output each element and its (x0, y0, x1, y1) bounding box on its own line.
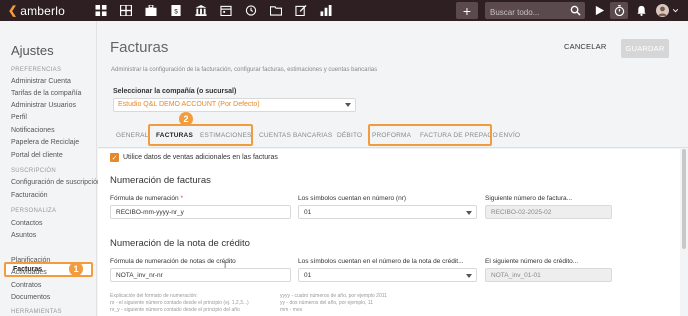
company-select-value: Estudio Q&L DEMO ACCOUNT (Por Defecto) (118, 101, 260, 108)
sidebar-item-activities[interactable]: Actividades (11, 269, 47, 276)
sidebar-section-preferences: PREFERENCIAS (11, 67, 62, 73)
cancel-button[interactable]: CANCELAR (564, 42, 606, 51)
company-select[interactable]: Estudio Q&L DEMO ACCOUNT (Por Defecto) (113, 98, 356, 112)
invoice-next-number: RECIBO-02-2025-02 (485, 205, 612, 219)
credit-symbols-label: Los símbolos cuentan en el número de la … (298, 258, 464, 265)
tab-bank-accounts[interactable]: CUENTAS BANCARIAS (259, 132, 332, 139)
credit-symbols-value: 01 (304, 272, 312, 279)
sidebar-item-matters[interactable]: Asuntos (11, 232, 36, 239)
company-select-label: Seleccionar la compañía (o sucursal) (113, 88, 237, 95)
invoice-settings-panel: ✓ Utilice datos de ventas adicionales en… (98, 149, 680, 316)
brand-logo[interactable]: ❮ amberlo (0, 4, 92, 18)
tabs-highlight-box (148, 124, 253, 146)
sidebar-item-client-portal[interactable]: Portal del cliente (11, 152, 63, 159)
page-subtitle: Administrar la configuración de la factu… (111, 67, 378, 73)
svg-text:$: $ (174, 8, 178, 15)
checkbox-label: Utilice datos de ventas adicionales en l… (123, 154, 278, 161)
step-badge-2: 2 (179, 112, 193, 126)
avatar[interactable] (654, 2, 670, 19)
invoice-next-label: Siguiente número de factura... (485, 195, 573, 202)
bell-icon[interactable] (634, 2, 648, 19)
scrollbar[interactable] (682, 149, 686, 249)
plus-icon: + (462, 2, 472, 19)
timer-icon[interactable] (610, 2, 628, 19)
tab-general[interactable]: GENERAL (116, 132, 148, 139)
module-icons: $ (92, 3, 342, 19)
sidebar-item-contracts[interactable]: Contratos (11, 282, 41, 289)
bank-icon[interactable] (192, 3, 210, 19)
edit-icon[interactable] (292, 3, 310, 19)
invoice-symbols-label: Los símbolos cuentan en número (nr) (298, 195, 407, 202)
chevron-down-icon (345, 103, 351, 107)
required-marker: * (180, 195, 183, 202)
invoice-format-label-text: Fórmula de numeración (110, 195, 179, 202)
help-line: Explicación del formato de numeración: (110, 293, 198, 299)
sidebar-item-subscription-settings[interactable]: Configuración de suscripción (11, 179, 101, 186)
play-icon[interactable] (592, 2, 606, 19)
chart-icon[interactable] (317, 3, 335, 19)
sidebar-item-manage-users[interactable]: Administrar Usuarios (11, 102, 76, 109)
help-line: yyyy - cuatro números de año, por ejempl… (280, 293, 387, 299)
chevron-down-icon[interactable] (671, 2, 679, 19)
search-input[interactable] (485, 4, 563, 21)
sidebar-section-customize: PERSONALIZA (11, 208, 57, 214)
tabs-highlight-box-2 (368, 124, 492, 146)
sidebar-item-manage-account[interactable]: Administrar Cuenta (11, 78, 71, 85)
brand-name: amberlo (20, 3, 65, 18)
checkmark-icon: ✓ (111, 154, 118, 162)
sidebar-title: Ajustes (11, 43, 54, 58)
invoice-symbols-select[interactable]: 01 (298, 205, 477, 219)
amberlo-logo-icon: ❮ (8, 5, 18, 17)
help-line: nr_y - siguiente número contado desde el… (110, 307, 240, 313)
sidebar-item-profile[interactable]: Perfil (11, 114, 27, 121)
sidebar-item-notifications[interactable]: Notificaciones (11, 127, 55, 134)
grid-icon[interactable] (117, 3, 135, 19)
sidebar-section-tools: HERRAMIENTAS (11, 309, 62, 315)
text-cursor-icon: I (224, 261, 227, 270)
invoice-symbols-value: 01 (304, 209, 312, 216)
tab-debit[interactable]: DÉBITO (337, 132, 362, 139)
document-icon[interactable]: $ (167, 3, 185, 19)
credit-note-numbering-heading: Numeración de la nota de crédito (110, 238, 250, 249)
sidebar-item-company-rates[interactable]: Tarifas de la compañía (11, 90, 81, 97)
history-icon[interactable] (242, 3, 260, 19)
credit-format-input[interactable]: NOTA_inv_nr-nr (110, 268, 291, 282)
sidebar-item-documents[interactable]: Documentos (11, 294, 50, 301)
chevron-down-icon (466, 274, 472, 278)
additional-sales-data-checkbox[interactable]: ✓ (110, 153, 119, 162)
folder-icon[interactable] (267, 3, 285, 19)
sidebar-item-recycle-bin[interactable]: Papelera de Reciclaje (11, 139, 79, 146)
briefcase-icon[interactable] (142, 3, 160, 19)
help-line: yy - dos números del año, por ejemplo, 1… (280, 300, 374, 306)
main-content: Facturas Administrar la configuración de… (98, 21, 688, 316)
invoice-format-label: Fórmula de numeración * (110, 195, 183, 202)
numbering-help-left: Explicación del formato de numeración: n… (110, 293, 249, 314)
invoice-numbering-heading: Numeración de facturas (110, 175, 211, 186)
help-line: mm - mes (280, 307, 303, 313)
chevron-down-icon (466, 211, 472, 215)
search-icon[interactable] (570, 5, 581, 16)
tab-sending[interactable]: ENVÍO (499, 132, 520, 139)
calendar-icon[interactable] (217, 3, 235, 19)
step-badge-1: 1 (69, 262, 83, 276)
sidebar-item-billing[interactable]: Facturación (11, 192, 48, 199)
sidebar-section-subscription: SUSCRIPCIÓN (11, 168, 56, 174)
top-navigation-bar: ❮ amberlo $ + (0, 0, 688, 21)
global-search[interactable] (485, 2, 585, 21)
credit-symbols-select[interactable]: 01 (298, 268, 477, 282)
credit-next-number: NOTA_inv_01-01 (485, 268, 612, 282)
add-new-button[interactable]: + (456, 2, 478, 19)
sidebar-item-contacts[interactable]: Contactos (11, 220, 43, 227)
sidebar-item-planning[interactable]: Planificación (11, 257, 50, 264)
invoice-format-input[interactable]: RECIBO-mm-yyyy-nr_y (110, 205, 291, 219)
credit-next-label: El siguiente número de crédito... (485, 258, 579, 265)
save-button[interactable]: GUARDAR (621, 39, 669, 58)
dashboard-icon[interactable] (92, 3, 110, 19)
numbering-help-right: yyyy - cuatro números de año, por ejempl… (280, 293, 387, 314)
help-line: nr - el siguiente número contado desde e… (110, 300, 249, 306)
page-title: Facturas (110, 39, 169, 56)
settings-sidebar: Ajustes PREFERENCIAS Administrar Cuenta … (0, 21, 101, 316)
credit-format-label: Fórmula de numeración de notas de crédit… (110, 258, 236, 265)
